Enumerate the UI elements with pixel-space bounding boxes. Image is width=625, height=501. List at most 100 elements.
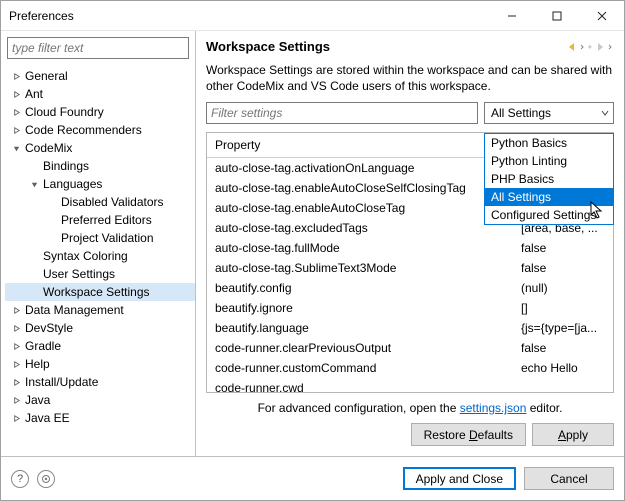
dropdown-item[interactable]: Python Basics	[485, 134, 613, 152]
tree-item-label: Project Validation	[59, 231, 154, 245]
tree-expand-icon[interactable]	[9, 357, 23, 371]
tree-expand-icon	[27, 285, 41, 299]
cell-value: {js={type=[ja...	[513, 320, 613, 336]
tree-collapse-icon[interactable]	[9, 141, 23, 155]
cancel-button[interactable]: Cancel	[524, 467, 614, 490]
cell-value: false	[513, 340, 613, 356]
cell-property: auto-close-tag.activationOnLanguage	[207, 160, 513, 176]
tree-item-label: Disabled Validators	[59, 195, 164, 209]
tree-item-label: Gradle	[23, 339, 61, 353]
tree-item[interactable]: Syntax Coloring	[5, 247, 195, 265]
scope-select[interactable]: All Settings	[484, 102, 614, 124]
tree-item[interactable]: General	[5, 67, 195, 85]
tree-item[interactable]: Languages	[5, 175, 195, 193]
dropdown-item[interactable]: All Settings	[485, 188, 613, 206]
tree-item[interactable]: Code Recommenders	[5, 121, 195, 139]
table-row[interactable]: beautify.language{js={type=[ja...	[207, 318, 613, 338]
tree-item[interactable]: Preferred Editors	[5, 211, 195, 229]
tree-expand-icon[interactable]	[9, 303, 23, 317]
tree-item[interactable]: Gradle	[5, 337, 195, 355]
tree-item[interactable]: Install/Update	[5, 373, 195, 391]
restore-defaults-button[interactable]: Restore Defaults	[411, 423, 526, 446]
import-export-icon[interactable]	[37, 470, 55, 488]
tree-item[interactable]: Workspace Settings	[5, 283, 195, 301]
tree-item[interactable]: Data Management	[5, 301, 195, 319]
tree-item-label: Code Recommenders	[23, 123, 142, 137]
cell-value: false	[513, 260, 613, 276]
tree-item[interactable]: CodeMix	[5, 139, 195, 157]
filter-tree-input[interactable]	[7, 37, 189, 59]
cell-value: false	[513, 240, 613, 256]
tree-expand-icon[interactable]	[9, 321, 23, 335]
tree-item[interactable]: Bindings	[5, 157, 195, 175]
tree-item[interactable]: DevStyle	[5, 319, 195, 337]
tree-item-label: Bindings	[41, 159, 89, 173]
tree-item[interactable]: User Settings	[5, 265, 195, 283]
tree-item-label: Ant	[23, 87, 43, 101]
tree-item-label: CodeMix	[23, 141, 72, 155]
cell-property: auto-close-tag.excludedTags	[207, 220, 513, 236]
tree-item[interactable]: Ant	[5, 85, 195, 103]
preferences-window: Preferences General Ant Cloud Foundry Code …	[0, 0, 625, 501]
table-row[interactable]: code-runner.cwd	[207, 378, 613, 392]
tree-item[interactable]: Project Validation	[5, 229, 195, 247]
tree-expand-icon[interactable]	[9, 411, 23, 425]
close-button[interactable]	[579, 1, 624, 30]
scope-dropdown[interactable]: Python BasicsPython LintingPHP BasicsAll…	[484, 133, 614, 225]
tree-expand-icon[interactable]	[9, 375, 23, 389]
tree-expand-icon[interactable]	[9, 393, 23, 407]
tree-item[interactable]: Help	[5, 355, 195, 373]
filter-box	[7, 37, 189, 59]
table-row[interactable]: auto-close-tag.SublimeText3Modefalse	[207, 258, 613, 278]
dropdown-item[interactable]: PHP Basics	[485, 170, 613, 188]
apply-button[interactable]: Apply	[532, 423, 614, 446]
cell-value	[513, 380, 613, 392]
tree-expand-icon[interactable]	[9, 69, 23, 83]
maximize-button[interactable]	[534, 1, 579, 30]
cell-property: code-runner.cwd	[207, 380, 513, 392]
cell-value: []	[513, 300, 613, 316]
nav-forward-button[interactable]	[594, 41, 614, 53]
tree-expand-icon[interactable]	[9, 339, 23, 353]
table-row[interactable]: code-runner.clearPreviousOutputfalse	[207, 338, 613, 358]
tree-item[interactable]: Java	[5, 391, 195, 409]
column-property[interactable]: Property	[207, 133, 497, 157]
main-panel: Workspace Settings • Workspace Settings …	[196, 31, 624, 456]
tree-item[interactable]: Disabled Validators	[5, 193, 195, 211]
cell-value: (null)	[513, 280, 613, 296]
table-row[interactable]: auto-close-tag.fullModefalse	[207, 238, 613, 258]
sidebar: General Ant Cloud Foundry Code Recommenders…	[1, 31, 196, 456]
cell-property: beautify.config	[207, 280, 513, 296]
table-row[interactable]: code-runner.customCommandecho Hello	[207, 358, 613, 378]
tree-item-label: Data Management	[23, 303, 124, 317]
dropdown-item[interactable]: Configured Settings	[485, 206, 613, 224]
preferences-tree[interactable]: General Ant Cloud Foundry Code Recommenders…	[1, 65, 195, 456]
tree-expand-icon[interactable]	[9, 87, 23, 101]
nav-back-button[interactable]	[566, 41, 586, 53]
main-header: Workspace Settings •	[206, 39, 614, 54]
filter-settings-input[interactable]	[206, 102, 478, 124]
tree-expand-icon	[27, 159, 41, 173]
apply-and-close-button[interactable]: Apply and Close	[403, 467, 516, 490]
minimize-button[interactable]	[489, 1, 534, 30]
tree-expand-icon[interactable]	[9, 123, 23, 137]
cell-property: code-runner.customCommand	[207, 360, 513, 376]
tree-item-label: Install/Update	[23, 375, 98, 389]
tree-collapse-icon[interactable]	[27, 177, 41, 191]
tree-item[interactable]: Java EE	[5, 409, 195, 427]
table-row[interactable]: beautify.ignore[]	[207, 298, 613, 318]
help-icon[interactable]: ?	[11, 470, 29, 488]
tree-item-label: User Settings	[41, 267, 115, 281]
tree-item-label: Help	[23, 357, 50, 371]
titlebar: Preferences	[1, 1, 624, 31]
table-row[interactable]: beautify.config(null)	[207, 278, 613, 298]
page-description: Workspace Settings are stored within the…	[206, 62, 614, 94]
tree-item[interactable]: Cloud Foundry	[5, 103, 195, 121]
dropdown-item[interactable]: Python Linting	[485, 152, 613, 170]
tree-item-label: Syntax Coloring	[41, 249, 128, 263]
tree-expand-icon[interactable]	[9, 105, 23, 119]
window-title: Preferences	[9, 9, 489, 23]
settings-json-link[interactable]: settings.json	[460, 401, 527, 415]
tree-item-label: Preferred Editors	[59, 213, 152, 227]
chevron-down-icon	[601, 106, 609, 120]
